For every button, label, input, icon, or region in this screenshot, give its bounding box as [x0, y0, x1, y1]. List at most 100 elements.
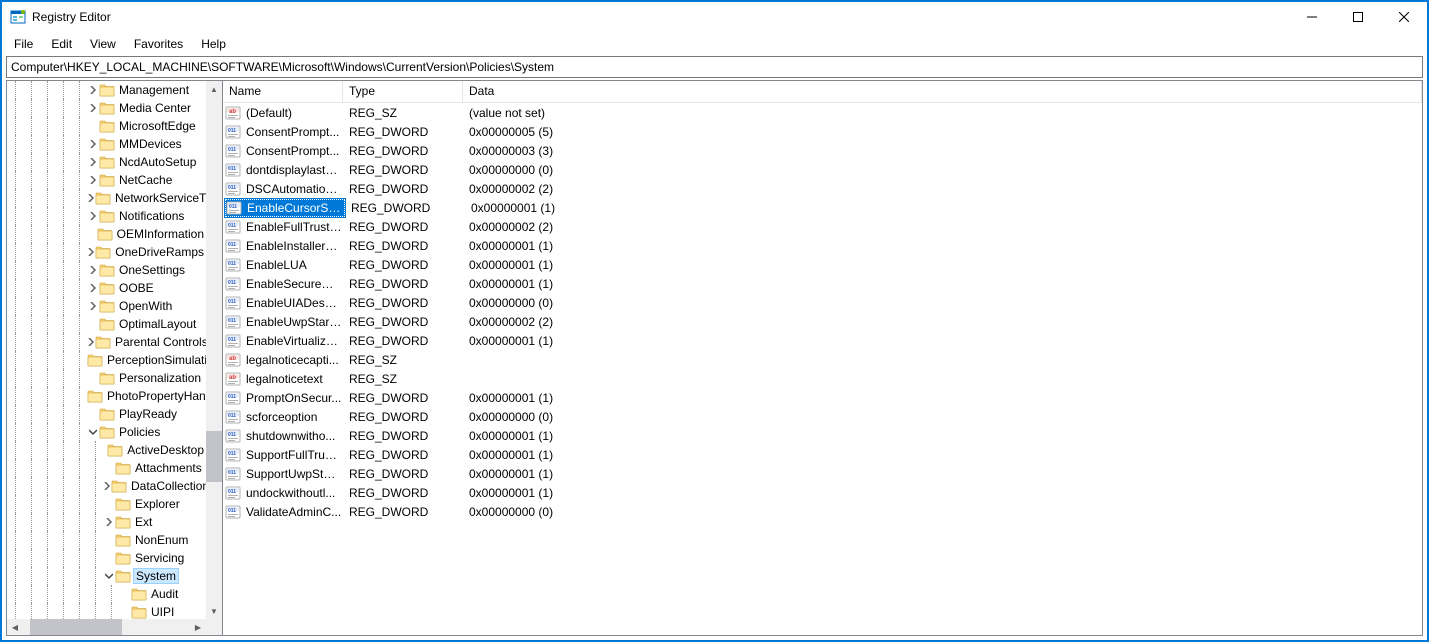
tree-item[interactable]: Parental Controls: [7, 333, 206, 351]
tree-hscrollbar[interactable]: ◀ ▶: [7, 619, 206, 635]
tree-item[interactable]: NonEnum: [7, 531, 206, 549]
list-row[interactable]: EnableSecureUI...REG_DWORD0x00000001 (1): [223, 274, 1422, 293]
tree-item[interactable]: NetCache: [7, 171, 206, 189]
tree-item[interactable]: OneDriveRamps: [7, 243, 206, 261]
value-type: REG_DWORD: [343, 467, 463, 481]
list-row[interactable]: EnableInstallerD...REG_DWORD0x00000001 (…: [223, 236, 1422, 255]
tree-item[interactable]: Attachments: [7, 459, 206, 477]
value-name: EnableLUA: [245, 258, 343, 272]
scroll-up-icon[interactable]: ▲: [206, 81, 222, 97]
tree-item[interactable]: Management: [7, 81, 206, 99]
chevron-right-icon[interactable]: [87, 84, 99, 96]
chevron-down-icon[interactable]: [87, 426, 99, 438]
maximize-button[interactable]: [1335, 2, 1381, 32]
column-name[interactable]: Name: [223, 81, 343, 102]
value-name: EnableCursorSu...: [246, 201, 344, 215]
chevron-right-icon[interactable]: [87, 210, 99, 222]
chevron-right-icon[interactable]: [87, 102, 99, 114]
list-row[interactable]: EnableVirtualizat...REG_DWORD0x00000001 …: [223, 331, 1422, 350]
value-data: 0x00000001 (1): [463, 277, 1422, 291]
list-row[interactable]: EnableUwpStart...REG_DWORD0x00000002 (2): [223, 312, 1422, 331]
minimize-button[interactable]: [1289, 2, 1335, 32]
list-row[interactable]: SupportUwpStar...REG_DWORD0x00000001 (1): [223, 464, 1422, 483]
chevron-right-icon[interactable]: [87, 174, 99, 186]
list-row[interactable]: ConsentPrompt...REG_DWORD0x00000003 (3): [223, 141, 1422, 160]
tree-item[interactable]: ActiveDesktop: [7, 441, 206, 459]
scroll-right-icon[interactable]: ▶: [190, 619, 206, 635]
tree-item[interactable]: OpenWith: [7, 297, 206, 315]
scroll-thumb-h[interactable]: [30, 619, 122, 635]
list-row[interactable]: SupportFullTrust...REG_DWORD0x00000001 (…: [223, 445, 1422, 464]
tree-item[interactable]: Audit: [7, 585, 206, 603]
chevron-down-icon[interactable]: [103, 570, 115, 582]
list-row[interactable]: legalnoticetextREG_SZ: [223, 369, 1422, 388]
chevron-right-icon[interactable]: [87, 264, 99, 276]
chevron-right-icon[interactable]: [87, 336, 95, 348]
tree-item[interactable]: Personalization: [7, 369, 206, 387]
list-row[interactable]: ValidateAdminC...REG_DWORD0x00000000 (0): [223, 502, 1422, 521]
tree-item[interactable]: Ext: [7, 513, 206, 531]
string-value-icon: [225, 105, 241, 121]
tree-item[interactable]: System: [7, 567, 206, 585]
menu-file[interactable]: File: [6, 35, 41, 53]
list-row[interactable]: dontdisplaylastu...REG_DWORD0x00000000 (…: [223, 160, 1422, 179]
list-row[interactable]: (Default)REG_SZ(value not set): [223, 103, 1422, 122]
menu-edit[interactable]: Edit: [43, 35, 80, 53]
tree-vscrollbar[interactable]: ▲ ▼: [206, 81, 222, 619]
tree-item[interactable]: Servicing: [7, 549, 206, 567]
column-data[interactable]: Data: [463, 81, 1422, 102]
column-type[interactable]: Type: [343, 81, 463, 102]
tree-item[interactable]: NcdAutoSetup: [7, 153, 206, 171]
list-row[interactable]: EnableLUAREG_DWORD0x00000001 (1): [223, 255, 1422, 274]
list-row[interactable]: ConsentPrompt...REG_DWORD0x00000005 (5): [223, 122, 1422, 141]
menu-view[interactable]: View: [82, 35, 124, 53]
list-row[interactable]: shutdownwitho...REG_DWORD0x00000001 (1): [223, 426, 1422, 445]
chevron-right-icon[interactable]: [87, 300, 99, 312]
tree-item[interactable]: UIPI: [7, 603, 206, 619]
chevron-right-icon[interactable]: [103, 516, 115, 528]
list-row[interactable]: scforceoptionREG_DWORD0x00000000 (0): [223, 407, 1422, 426]
tree-item[interactable]: Policies: [7, 423, 206, 441]
list-row[interactable]: EnableFullTrustS...REG_DWORD0x00000002 (…: [223, 217, 1422, 236]
menu-help[interactable]: Help: [193, 35, 234, 53]
scroll-left-icon[interactable]: ◀: [7, 619, 23, 635]
value-type: REG_DWORD: [343, 144, 463, 158]
value-data: 0x00000001 (1): [463, 448, 1422, 462]
list-row[interactable]: undockwithoutl...REG_DWORD0x00000001 (1): [223, 483, 1422, 502]
tree-item[interactable]: Explorer: [7, 495, 206, 513]
tree-item[interactable]: DataCollection: [7, 477, 206, 495]
tree-item[interactable]: OptimalLayout: [7, 315, 206, 333]
list-row[interactable]: EnableUIADeskt...REG_DWORD0x00000000 (0): [223, 293, 1422, 312]
list-row[interactable]: legalnoticecapti...REG_SZ: [223, 350, 1422, 369]
list-row[interactable]: DSCAutomation...REG_DWORD0x00000002 (2): [223, 179, 1422, 198]
chevron-right-icon[interactable]: [87, 282, 99, 294]
tree-body[interactable]: Management Media Center MicrosoftEdgeMMDev…: [7, 81, 206, 619]
chevron-right-icon[interactable]: [87, 246, 95, 258]
value-data: 0x00000001 (1): [465, 201, 1422, 215]
tree-item[interactable]: OneSettings: [7, 261, 206, 279]
tree-item[interactable]: PerceptionSimulation: [7, 351, 206, 369]
chevron-right-icon[interactable]: [87, 156, 99, 168]
address-bar[interactable]: Computer\HKEY_LOCAL_MACHINE\SOFTWARE\Mic…: [6, 56, 1423, 78]
list-row[interactable]: PromptOnSecur...REG_DWORD0x00000001 (1): [223, 388, 1422, 407]
tree-item[interactable]: Notifications: [7, 207, 206, 225]
tree-item[interactable]: Media Center: [7, 99, 206, 117]
tree-item[interactable]: OOBE: [7, 279, 206, 297]
chevron-right-icon[interactable]: [87, 138, 99, 150]
tree-item[interactable]: OEMInformation: [7, 225, 206, 243]
list-row[interactable]: EnableCursorSu...REG_DWORD0x00000001 (1): [223, 198, 1422, 217]
scroll-down-icon[interactable]: ▼: [206, 603, 222, 619]
menu-favorites[interactable]: Favorites: [126, 35, 191, 53]
tree-item[interactable]: PhotoPropertyHandler: [7, 387, 206, 405]
chevron-right-icon[interactable]: [87, 192, 95, 204]
tree-item[interactable]: NetworkServiceTriggers: [7, 189, 206, 207]
titlebar: Registry Editor: [2, 2, 1427, 32]
scroll-thumb[interactable]: [206, 431, 222, 482]
tree-item[interactable]: PlayReady: [7, 405, 206, 423]
chevron-right-icon[interactable]: [103, 480, 111, 492]
tree-item[interactable]: MicrosoftEdge: [7, 117, 206, 135]
close-button[interactable]: [1381, 2, 1427, 32]
tree-item-label: Media Center: [117, 101, 193, 115]
tree-item[interactable]: MMDevices: [7, 135, 206, 153]
list-body[interactable]: (Default)REG_SZ(value not set)ConsentPro…: [223, 103, 1422, 635]
